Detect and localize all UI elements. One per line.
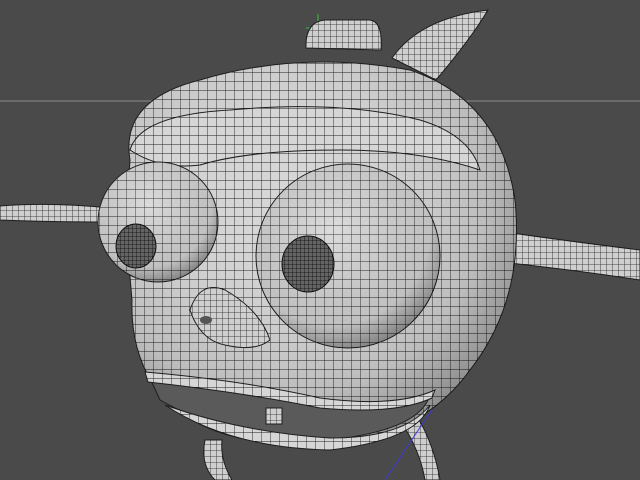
hair-tuft <box>305 19 382 51</box>
3d-viewport[interactable] <box>0 0 640 480</box>
nostril <box>200 316 212 324</box>
tooth <box>265 407 283 425</box>
left-antenna <box>0 203 113 223</box>
